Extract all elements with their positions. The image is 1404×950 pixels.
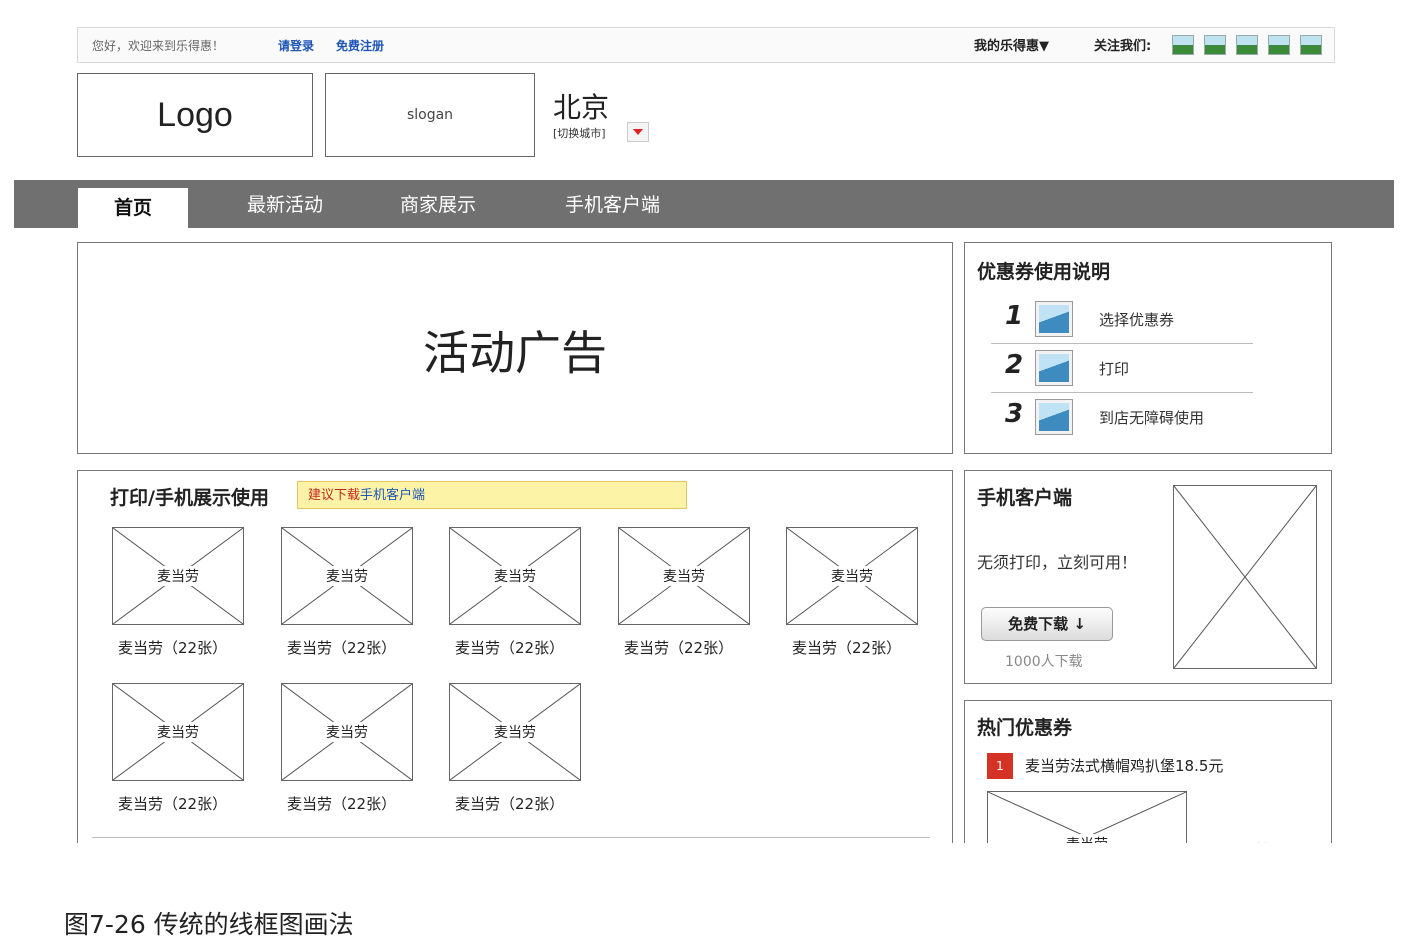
- ad-label: 活动广告: [423, 326, 607, 380]
- logo-text: Logo: [157, 96, 233, 134]
- coupon-thumbnail[interactable]: 麦当劳: [449, 683, 581, 781]
- coupon-name: 麦当劳: [322, 566, 372, 586]
- placeholder-cross-icon: [1173, 485, 1317, 669]
- tab-merchants[interactable]: 商家展示: [400, 188, 476, 228]
- tab-home[interactable]: 首页: [78, 188, 188, 228]
- coupon-caption[interactable]: 麦当劳（22张）: [118, 637, 227, 658]
- coupon-thumbnail[interactable]: 麦当劳: [112, 527, 244, 625]
- coupon-name: 麦当劳: [827, 566, 877, 586]
- section-divider: [92, 837, 930, 838]
- coupon-caption[interactable]: 麦当劳（22张）: [455, 793, 564, 814]
- coupon-name: 麦当劳: [659, 566, 709, 586]
- hot-coupon-link[interactable]: 麦当劳法式横帽鸡扒堡18.5元: [1025, 755, 1223, 776]
- register-link[interactable]: 免费注册: [336, 37, 384, 54]
- coupon-name: 麦当劳: [153, 722, 203, 742]
- guide-step: 1 选择优惠券: [991, 295, 1253, 344]
- coupon-caption[interactable]: 麦当劳（22张）: [792, 637, 901, 658]
- tab-mobile-client[interactable]: 手机客户端: [565, 188, 660, 228]
- social-icon-2[interactable]: [1204, 35, 1226, 55]
- my-deals-menu[interactable]: 我的乐得惠▼: [974, 35, 1049, 54]
- step-number: 2: [1005, 350, 1024, 380]
- image-placeholder-icon: [1035, 301, 1073, 337]
- coupon-name: 麦当劳: [490, 722, 540, 742]
- image-placeholder-icon: [1035, 399, 1073, 435]
- coupon-caption[interactable]: 麦当劳（22张）: [287, 637, 396, 658]
- social-icon-3[interactable]: [1236, 35, 1258, 55]
- app-slogan: 无须打印，立刻可用！: [977, 553, 1138, 572]
- greeting-text: 您好，欢迎来到乐得惠！: [92, 39, 225, 53]
- coupon-thumbnail[interactable]: 麦当劳: [281, 527, 413, 625]
- coupon-thumbnail[interactable]: 麦当劳: [449, 527, 581, 625]
- step-label: 到店无障碍使用: [1099, 409, 1205, 427]
- logo[interactable]: Logo: [77, 73, 313, 157]
- guide-step: 2 打印: [991, 344, 1253, 393]
- step-label: 打印: [1099, 360, 1130, 378]
- social-icon-4[interactable]: [1268, 35, 1290, 55]
- social-icon-1[interactable]: [1172, 35, 1194, 55]
- guide-title: 优惠券使用说明: [977, 261, 1111, 283]
- main-nav: 首页 最新活动 商家展示 手机客户端: [14, 180, 1394, 228]
- coupon-name: 麦当劳: [322, 722, 372, 742]
- slogan-box: slogan: [325, 73, 535, 157]
- coupon-thumbnail[interactable]: 麦当劳: [618, 527, 750, 625]
- print-section: 打印/手机展示使用 建议下载手机客户端 麦当劳 麦当劳（22张） 麦当劳 麦当劳…: [77, 470, 953, 851]
- rank-badge: 1: [987, 753, 1013, 779]
- tab-latest-events[interactable]: 最新活动: [247, 188, 323, 228]
- coupon-caption[interactable]: 麦当劳（22张）: [118, 793, 227, 814]
- hot-title: 热门优惠券: [977, 717, 1073, 739]
- coupon-thumbnail[interactable]: 麦当劳: [786, 527, 918, 625]
- switch-city-link[interactable]: [切换城市]: [553, 125, 606, 141]
- slogan-text: slogan: [406, 107, 454, 123]
- figure-caption: 图7-26 传统的线框图画法: [64, 910, 354, 939]
- step-number: 3: [1005, 399, 1024, 429]
- step-number: 1: [1005, 301, 1024, 331]
- print-title: 打印/手机展示使用: [110, 487, 269, 509]
- download-count: 1000人下载: [1005, 654, 1083, 670]
- tip-app-link[interactable]: 手机客户端: [360, 488, 425, 503]
- event-ad-banner[interactable]: 活动广告: [77, 242, 953, 454]
- city-dropdown-arrow-icon[interactable]: [627, 122, 649, 142]
- coupon-thumbnail[interactable]: 麦当劳: [112, 683, 244, 781]
- coupon-caption[interactable]: 麦当劳（22张）: [624, 637, 733, 658]
- app-title: 手机客户端: [977, 487, 1073, 509]
- hot-coupons-panel: 热门优惠券 1 麦当劳法式横帽鸡扒堡18.5元 麦当劳 2010人浏览: [964, 700, 1332, 883]
- social-icon-5[interactable]: [1300, 35, 1322, 55]
- step-label: 选择优惠券: [1099, 311, 1175, 329]
- coupon-name: 麦当劳: [490, 566, 540, 586]
- image-placeholder-icon: [1035, 350, 1073, 386]
- mobile-client-panel: 手机客户端 无须打印，立刻可用！ 免费下载 ↓ 1000人下载: [964, 470, 1332, 684]
- top-bar: 您好，欢迎来到乐得惠！ 请登录 免费注册 我的乐得惠▼ 关注我们:: [77, 27, 1335, 63]
- follow-label: 关注我们:: [1094, 39, 1152, 54]
- download-tip: 建议下载手机客户端: [297, 481, 687, 509]
- guide-step: 3 到店无障碍使用: [991, 393, 1253, 441]
- free-download-button[interactable]: 免费下载 ↓: [981, 607, 1113, 641]
- app-image-placeholder: [1173, 485, 1317, 669]
- coupon-caption[interactable]: 麦当劳（22张）: [287, 793, 396, 814]
- coupon-name: 麦当劳: [153, 566, 203, 586]
- login-link[interactable]: 请登录: [278, 37, 314, 54]
- coupon-thumbnail[interactable]: 麦当劳: [281, 683, 413, 781]
- coupon-caption[interactable]: 麦当劳（22张）: [455, 637, 564, 658]
- coupon-guide-panel: 优惠券使用说明 1 选择优惠券 2 打印 3 到店无障碍使用: [964, 242, 1332, 454]
- tip-prefix: 建议下载: [308, 488, 361, 503]
- current-city: 北京: [553, 91, 610, 124]
